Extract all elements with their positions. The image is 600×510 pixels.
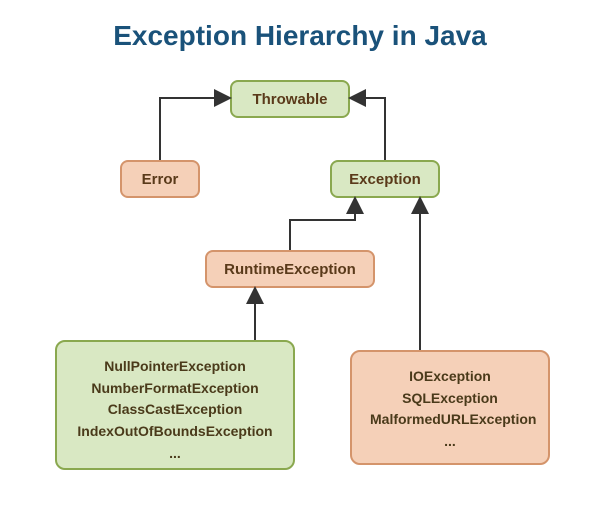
node-runtime-exception: RuntimeException (205, 250, 375, 288)
diagram-title: Exception Hierarchy in Java (0, 20, 600, 52)
exception-child-item: SQLException (370, 388, 530, 410)
runtime-child-item: ... (75, 443, 275, 465)
runtime-child-item: NumberFormatException (75, 378, 275, 400)
node-throwable: Throwable (230, 80, 350, 118)
exception-child-item: IOException (370, 366, 530, 388)
exception-child-item: ... (370, 431, 530, 453)
node-runtime-children: NullPointerException NumberFormatExcepti… (55, 340, 295, 470)
runtime-child-item: IndexOutOfBoundsException (75, 421, 275, 443)
runtime-child-item: NullPointerException (75, 356, 275, 378)
node-exception: Exception (330, 160, 440, 198)
runtime-child-item: ClassCastException (75, 399, 275, 421)
node-exception-children: IOException SQLException MalformedURLExc… (350, 350, 550, 465)
exception-child-item: MalformedURLException (370, 409, 530, 431)
node-error: Error (120, 160, 200, 198)
